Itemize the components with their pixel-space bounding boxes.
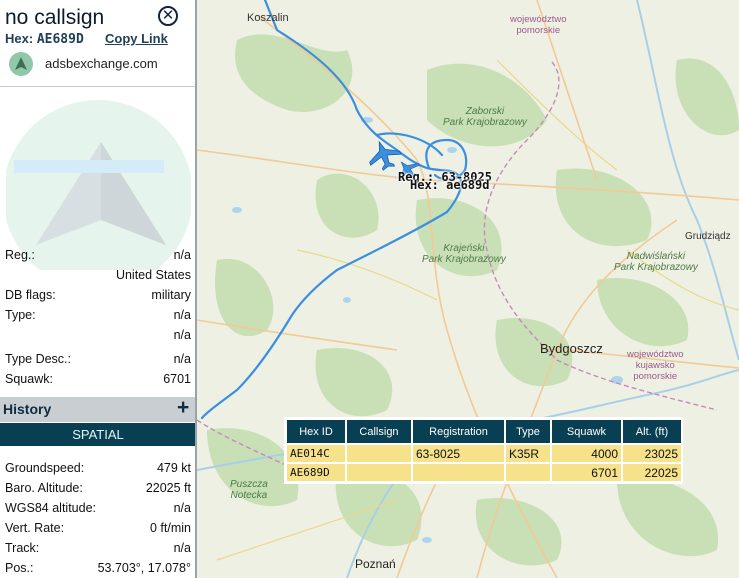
info-value: military (151, 288, 191, 302)
adsbexchange-logo-icon (9, 52, 33, 76)
info-label: DB flags: (5, 288, 56, 302)
spatial-row-vert-rate: Vert. Rate: 0 ft/min (5, 521, 191, 537)
map-basemap (197, 0, 739, 578)
spatial-row-position: Pos.: 53.703°, 17.078° (5, 561, 191, 577)
spatial-row-track: Track: n/a (5, 541, 191, 557)
hex-line: Hex: AE689D (5, 31, 84, 47)
info-label: Type Desc.: (5, 352, 71, 366)
col-header-type[interactable]: Type (504, 418, 552, 445)
spatial-row-groundspeed: Groundspeed: 479 kt (5, 461, 191, 477)
map-label-puszcza-notecka: Puszcza Notecka (230, 479, 268, 501)
cell-squawk: 4000 (550, 443, 623, 464)
table-row[interactable]: AE014C 63-8025 K35R 4000 23025 (285, 443, 683, 464)
info-row-reg: Reg.: n/a (5, 248, 191, 264)
map-label-koszalin: Koszalin (247, 12, 289, 24)
map-label-woj-pomorskie: województwo pomorskie (510, 14, 567, 36)
col-header-hex[interactable]: Hex ID (285, 418, 347, 445)
info-label: Squawk: (5, 372, 53, 386)
spatial-label: Pos.: (5, 561, 34, 575)
aircraft-table: Hex ID Callsign Registration Type Squawk… (284, 417, 683, 484)
close-icon[interactable]: ✕ (158, 6, 178, 26)
cell-altitude: 22025 (621, 462, 683, 483)
spatial-row-wgs84: WGS84 altitude: n/a (5, 501, 191, 517)
cell-squawk: 6701 (550, 462, 623, 483)
map-label-woj-kujawsko: województwo kujawsko pomorskie (627, 349, 684, 382)
aircraft-sidebar: no callsign ✕ Hex: AE689D Copy Link adsb… (0, 0, 197, 578)
copy-link[interactable]: Copy Link (105, 31, 168, 46)
aircraft-label: Reg.: 63-8025 Hex: ae689d (398, 171, 492, 191)
map-label-krajenski: Krajeński Park Krajobrazowy (422, 243, 506, 265)
col-header-callsign[interactable]: Callsign (345, 418, 413, 445)
spatial-value: n/a (173, 541, 191, 555)
spatial-label: Vert. Rate: (5, 521, 65, 535)
info-row-type: Type: n/a (5, 308, 191, 324)
spatial-row-baro-alt: Baro. Altitude: 22025 ft (5, 481, 191, 497)
aircraft-label-hex: Hex: ae689d (410, 178, 490, 192)
map-label-zaborski: Zaborski Park Krajobrazowy (443, 106, 527, 128)
spatial-label: Groundspeed: (5, 461, 85, 475)
info-value: 6701 (163, 372, 191, 386)
info-row-dbflags: DB flags: military (5, 288, 191, 304)
expand-plus-icon[interactable]: + (177, 396, 189, 420)
map-label-poznan: Poznań (355, 557, 396, 571)
info-value: n/a (173, 328, 191, 342)
info-row-type-desc: Type Desc.: n/a (5, 352, 191, 368)
cell-registration: 63-8025 (411, 443, 506, 464)
spatial-value: 479 kt (156, 461, 191, 475)
cell-registration (411, 462, 506, 483)
col-header-squawk[interactable]: Squawk (550, 418, 623, 445)
cell-hex: AE689D (285, 462, 347, 483)
cell-callsign (345, 462, 413, 483)
history-section-header[interactable]: History + (0, 396, 195, 422)
spatial-label: Baro. Altitude: (5, 481, 83, 495)
table-header-row: Hex ID Callsign Registration Type Squawk… (285, 418, 683, 445)
cell-hex: AE014C (285, 443, 347, 464)
col-header-altitude[interactable]: Alt. (ft) (621, 418, 683, 445)
spatial-title: SPATIAL (72, 427, 124, 442)
history-title: History (3, 401, 52, 417)
spatial-label: WGS84 altitude: (5, 501, 97, 515)
spatial-label: Track: (5, 541, 40, 555)
info-row-country: United States (5, 268, 191, 284)
cell-callsign (345, 443, 413, 464)
cell-type: K35R (504, 443, 552, 464)
map-view[interactable]: Koszalin województwo pomorskie Zaborski … (197, 0, 739, 578)
hex-value: AE689D (36, 32, 84, 47)
info-row-squawk: Squawk: 6701 (5, 372, 191, 388)
map-label-grudziadz: Grudziądz (685, 231, 731, 242)
callsign-title: no callsign (5, 6, 105, 29)
info-label: Reg.: (5, 248, 35, 262)
info-value: United States (115, 268, 191, 282)
info-value: n/a (173, 308, 191, 322)
info-label: Type: (5, 308, 36, 322)
cell-type (504, 462, 552, 483)
hex-label: Hex: (5, 31, 34, 46)
spatial-value: 22025 ft (145, 481, 191, 495)
spatial-value: 53.703°, 17.078° (97, 561, 191, 575)
info-value: n/a (173, 352, 191, 366)
spatial-value: 0 ft/min (150, 521, 191, 535)
col-header-registration[interactable]: Registration (411, 418, 506, 445)
divider (0, 86, 195, 87)
spatial-value: n/a (173, 501, 191, 515)
table-row[interactable]: AE689D 6701 22025 (285, 462, 683, 483)
map-label-bydgoszcz: Bydgoszcz (540, 341, 603, 356)
info-value: n/a (173, 248, 191, 262)
spatial-section-header[interactable]: SPATIAL (0, 423, 195, 446)
aircraft-photo-placeholder (3, 100, 193, 290)
source-link[interactable]: adsbexchange.com (45, 56, 158, 71)
info-row-type-extra: n/a (5, 328, 191, 344)
cell-altitude: 23025 (621, 443, 683, 464)
map-label-nadwislanski: Nadwiślański Park Krajobrazowy (614, 251, 698, 273)
